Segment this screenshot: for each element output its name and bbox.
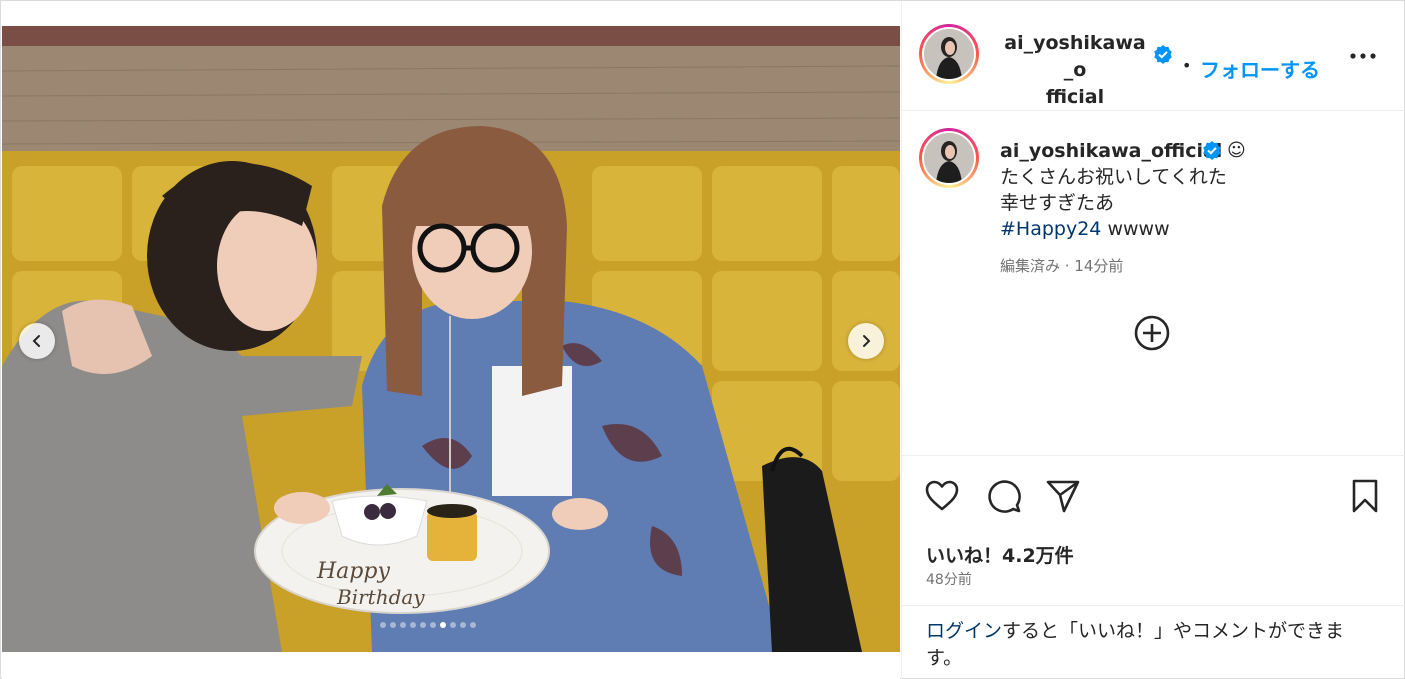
carousel-dot: [460, 622, 466, 628]
comment-icon[interactable]: [986, 478, 1022, 514]
carousel-dot: [450, 622, 456, 628]
heart-icon[interactable]: [924, 478, 960, 514]
post-dialog: Happy Birthday ai_yoshikawa_o fficial • …: [0, 0, 1405, 679]
carousel-dot: [410, 622, 416, 628]
like-count[interactable]: いいね！4.2万件: [926, 541, 1074, 568]
post-timestamp[interactable]: 48分前: [926, 569, 972, 589]
action-bar: いいね！4.2万件 48分前: [902, 455, 1405, 605]
plate-text-happy: Happy: [316, 559, 390, 584]
carousel-dot: [440, 622, 446, 628]
caption-tail: wwww: [1101, 218, 1170, 240]
username-line-2: fficial: [1045, 86, 1105, 108]
caption-username[interactable]: ai_yoshikawa_official: [1000, 140, 1222, 162]
send-icon[interactable]: [1045, 478, 1081, 514]
post-side-panel: ai_yoshikawa_o fficial • フォローする ai_yoshi…: [901, 2, 1405, 679]
photo-illustration: Happy Birthday: [2, 26, 900, 652]
follow-button[interactable]: フォローする: [1200, 54, 1320, 83]
more-horizontal-icon[interactable]: [1348, 50, 1378, 62]
caption-text: たくさんお祝いしてくれた 幸せすぎたあ #Happy24 wwww: [1000, 164, 1227, 242]
avatar[interactable]: [919, 24, 979, 84]
caption-line-2: 幸せすぎたあ: [1000, 192, 1115, 214]
caption-line-1: たくさんお祝いしてくれた: [1000, 166, 1227, 188]
carousel-dot: [390, 622, 396, 628]
caption-avatar[interactable]: [919, 128, 979, 188]
carousel-indicator: [380, 622, 476, 628]
plate-text-birthday: Birthday: [336, 585, 425, 609]
chevron-left-icon: [32, 335, 40, 347]
plus-circle-icon[interactable]: [1133, 314, 1171, 352]
carousel-dot: [430, 622, 436, 628]
post-header: ai_yoshikawa_o fficial • フォローする: [902, 2, 1405, 111]
media-area: Happy Birthday: [2, 2, 900, 679]
post-photo[interactable]: Happy Birthday: [2, 26, 900, 652]
avatar-image: [924, 29, 974, 79]
header-username[interactable]: ai_yoshikawa_o fficial: [1000, 30, 1150, 111]
smile-emoji: ☺: [1227, 140, 1246, 161]
caption-area: ai_yoshikawa_official ☺ たくさんお祝いしてくれた 幸せす…: [902, 112, 1405, 454]
login-text: ログインすると「いいね！」やコメントができます。: [926, 618, 1376, 672]
chevron-right-icon: [863, 335, 871, 347]
verified-badge-icon: [1203, 141, 1221, 160]
login-prompt: ログインすると「いいね！」やコメントができます。: [902, 605, 1405, 679]
carousel-next-button[interactable]: [848, 323, 884, 359]
carousel-dot: [470, 622, 476, 628]
carousel-prev-button[interactable]: [19, 323, 55, 359]
username-line-1: ai_yoshikawa_o: [1004, 32, 1146, 81]
bookmark-icon[interactable]: [1347, 478, 1383, 514]
avatar-image: [924, 133, 974, 183]
carousel-dot: [400, 622, 406, 628]
carousel-dot: [380, 622, 386, 628]
caption-line-3: #Happy24 wwww: [1000, 216, 1227, 242]
caption-meta: 編集済み · 14分前: [1000, 257, 1124, 275]
carousel-dot: [420, 622, 426, 628]
login-link[interactable]: ログイン: [926, 620, 1002, 642]
hashtag-link[interactable]: #Happy24: [1000, 218, 1101, 240]
separator-dot: •: [1182, 56, 1192, 75]
verified-badge-icon: [1154, 45, 1172, 64]
